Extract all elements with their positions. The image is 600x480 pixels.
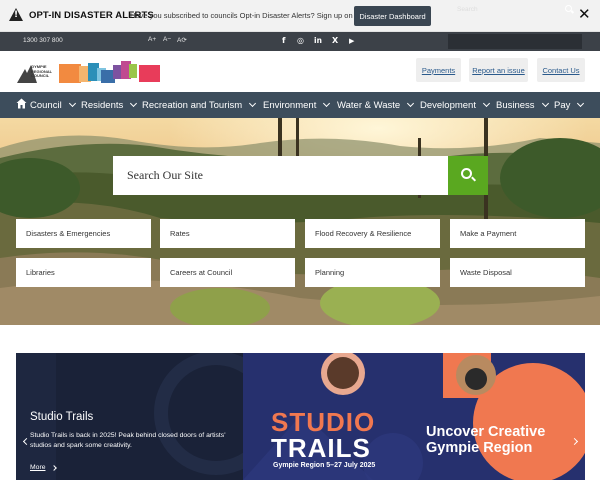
quick-link-waste-disposal[interactable]: Waste Disposal	[450, 258, 585, 287]
utility-bar: 1300 307 800 A+ A− A⟳ f ◎ in X ▶	[0, 32, 600, 51]
quick-link-flood-recovery[interactable]: Flood Recovery & Resilience	[305, 219, 440, 248]
chevron-down-icon	[482, 99, 491, 108]
nav-pay[interactable]: Pay	[554, 92, 585, 118]
trails-wordmark: TRAILS	[271, 433, 371, 463]
alert-text: Have you subscribed to councils Opt-in D…	[130, 11, 366, 20]
instagram-icon[interactable]: ◎	[297, 36, 304, 46]
chevron-down-icon	[249, 99, 257, 108]
nav-label: Environment	[263, 99, 317, 111]
nav-business[interactable]: Business	[496, 92, 549, 118]
nav-environment[interactable]: Environment	[263, 92, 331, 118]
chevron-down-icon	[407, 99, 415, 108]
payments-button[interactable]: Payments	[416, 58, 461, 82]
facebook-icon[interactable]: f	[282, 36, 285, 46]
nav-label: Water & Waste	[337, 99, 401, 111]
banner-more-link[interactable]: More	[30, 464, 46, 471]
nav-council[interactable]: Council	[30, 92, 76, 118]
chevron-down-icon	[68, 99, 76, 108]
banner-headline: Uncover Creative Gympie Region	[426, 424, 546, 456]
nav-residents[interactable]: Residents	[81, 92, 138, 118]
chevron-down-icon	[541, 99, 549, 108]
utility-search-input[interactable]	[457, 4, 557, 15]
contact-us-button[interactable]: Contact Us	[537, 58, 585, 82]
nav-label: Business	[496, 99, 535, 111]
disaster-dashboard-button[interactable]: Disaster Dashboard	[354, 6, 431, 26]
nav-development[interactable]: Development	[420, 92, 491, 118]
logo-wordmark: GYMPIE REGIONAL COUNCIL	[31, 64, 53, 78]
nav-water-waste[interactable]: Water & Waste	[337, 92, 415, 118]
utility-search-box	[448, 34, 582, 49]
font-increase-button[interactable]: A+	[148, 36, 156, 43]
phone-number[interactable]: 1300 307 800	[23, 37, 63, 44]
home-icon[interactable]	[16, 98, 27, 109]
chevron-down-icon	[323, 99, 331, 108]
nav-label: Development	[420, 99, 476, 111]
banner-description: Studio Trails is back in 2025! Peak behi…	[30, 432, 226, 449]
chevron-down-icon	[577, 99, 585, 108]
nav-label: Pay	[554, 99, 571, 111]
font-decrease-button[interactable]: A−	[163, 36, 171, 43]
quick-link-make-payment[interactable]: Make a Payment	[450, 219, 585, 248]
banner-title: Studio Trails	[30, 411, 94, 423]
quick-link-disasters[interactable]: Disasters & Emergencies	[16, 219, 151, 248]
main-nav: Council Residents Recreation and Tourism…	[0, 92, 600, 118]
quick-link-rates[interactable]: Rates	[160, 219, 295, 248]
nav-label: Recreation and Tourism	[142, 99, 243, 111]
banner-text-panel: Studio Trails Studio Trails is back in 2…	[16, 353, 243, 480]
nav-label: Council	[30, 99, 62, 111]
linkedin-icon[interactable]: in	[314, 36, 322, 46]
warning-icon	[9, 8, 23, 21]
site-header: GYMPIE REGIONAL COUNCIL Payments Report …	[0, 51, 600, 92]
quick-link-careers[interactable]: Careers at Council	[160, 258, 295, 287]
youtube-icon[interactable]: ▶	[349, 36, 354, 46]
font-reset-button[interactable]: A⟳	[177, 36, 187, 44]
site-search-input[interactable]	[113, 156, 448, 195]
banner-image-panel[interactable]: STUDIO TRAILS Gympie Region 5–27 July 20…	[243, 353, 585, 480]
search-icon[interactable]	[565, 5, 572, 12]
nav-recreation-tourism[interactable]: Recreation and Tourism	[142, 92, 257, 118]
quick-link-libraries[interactable]: Libraries	[16, 258, 151, 287]
nav-label: Residents	[81, 99, 124, 111]
report-issue-button[interactable]: Report an issue	[469, 58, 528, 82]
x-twitter-icon[interactable]: X	[332, 36, 338, 46]
search-icon	[461, 168, 472, 179]
close-icon[interactable]: ✕	[578, 5, 591, 23]
feature-banner: Studio Trails Studio Trails is back in 2…	[16, 353, 585, 480]
quick-link-planning[interactable]: Planning	[305, 258, 440, 287]
chevron-down-icon	[130, 99, 138, 108]
banner-dates: Gympie Region 5–27 July 2025	[273, 462, 376, 469]
site-search-button[interactable]	[448, 156, 488, 195]
